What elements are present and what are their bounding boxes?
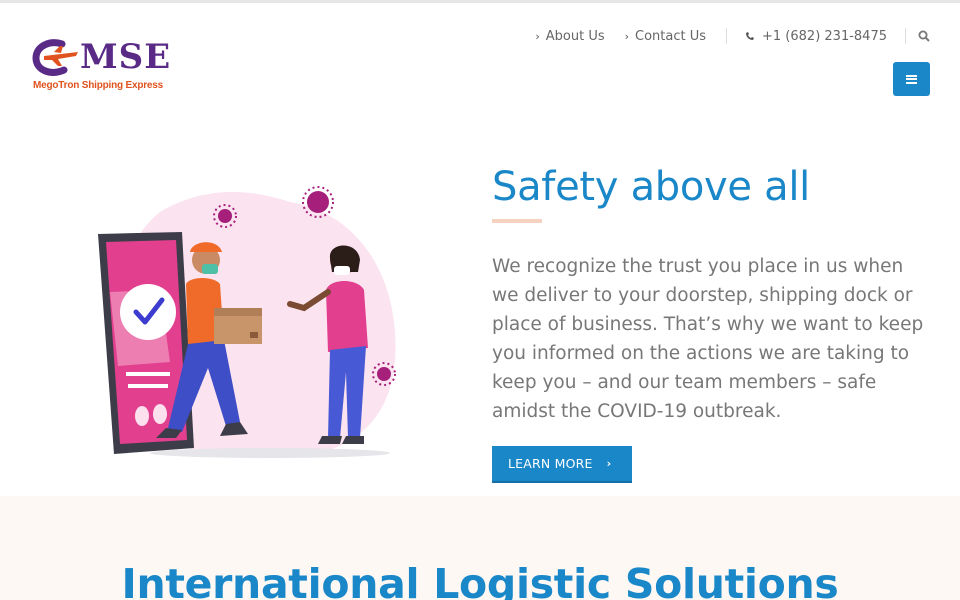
delivery-illustration [98, 186, 396, 459]
search-button[interactable] [905, 28, 930, 44]
nav-link-label: About Us [545, 28, 605, 44]
virus-icon [302, 186, 334, 218]
nav-link-about-us[interactable]: › About Us [535, 29, 604, 44]
menu-button[interactable] [893, 62, 930, 96]
hero-description: We recognize the trust you place in us w… [492, 256, 924, 422]
title-underline [492, 219, 542, 223]
logo-tagline: MegoTron Shipping Express [33, 80, 164, 91]
menu-icon [906, 74, 917, 84]
phone-number: +1 (682) 231-8475 [762, 28, 887, 44]
search-icon [918, 30, 930, 42]
learn-more-label: LEARN MORE [508, 456, 593, 471]
hero-title: Safety above all [492, 164, 810, 210]
nav-link-contact-us[interactable]: › Contact Us [625, 29, 706, 44]
section-title: International Logistic Solutions [121, 560, 839, 600]
chevron-right-icon: › [606, 457, 612, 470]
site-logo[interactable]: MSE MegoTron Shipping Express [32, 38, 170, 94]
plane-logo-icon [32, 39, 78, 76]
nav-link-label: Contact Us [635, 28, 707, 44]
top-border [0, 0, 960, 3]
logo-text: MSE [80, 37, 172, 77]
phone-link[interactable]: +1 (682) 231-8475 [745, 29, 887, 44]
phone-icon [746, 32, 755, 40]
chevron-right-icon: › [535, 29, 540, 43]
learn-more-button[interactable]: LEARN MORE › [492, 446, 632, 483]
nav-divider [726, 28, 728, 44]
top-navigation: › About Us › Contact Us +1 (682) 231-847… [535, 26, 930, 46]
chevron-right-icon: › [624, 29, 630, 43]
